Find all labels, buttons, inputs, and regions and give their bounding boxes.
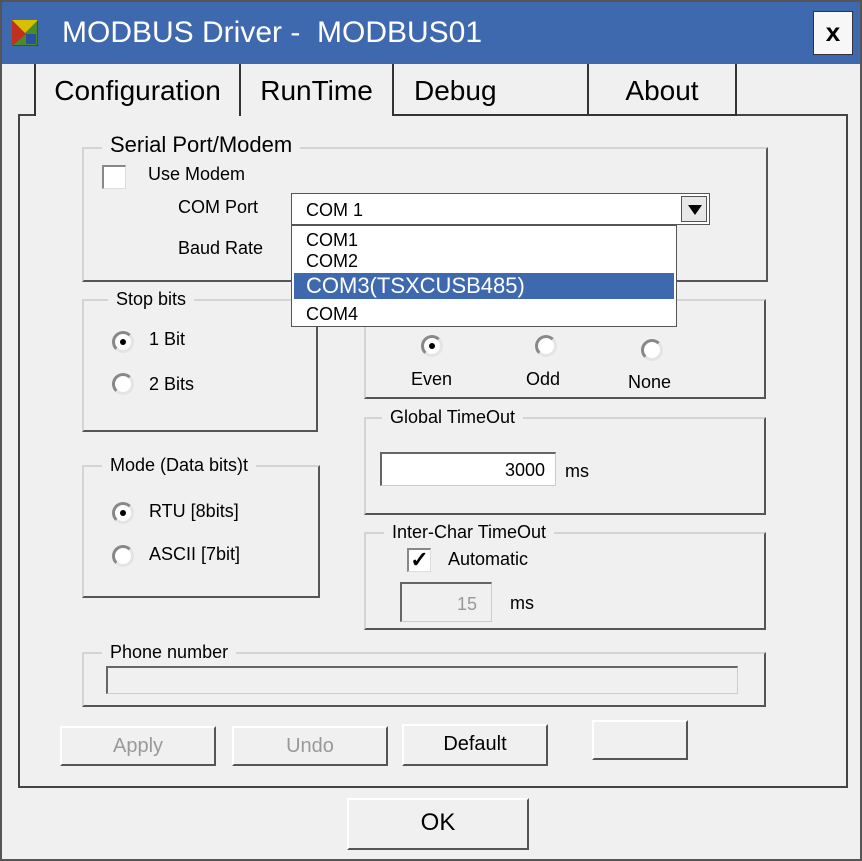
chevron-down-icon[interactable] xyxy=(681,196,707,222)
radio-even-label: Even xyxy=(411,369,453,389)
stop-bits-group xyxy=(82,299,318,432)
dropdown-option-com3[interactable]: COM3(TSXCUSB485) xyxy=(294,273,674,299)
global-timeout-value: 3000 xyxy=(504,460,545,480)
radio-none[interactable] xyxy=(641,339,663,361)
use-modem-checkbox[interactable] xyxy=(102,165,126,189)
apply-button[interactable]: Apply xyxy=(60,726,216,766)
blank-button[interactable] xyxy=(592,720,688,760)
mode-group xyxy=(82,465,320,598)
radio-even[interactable] xyxy=(421,335,443,357)
tab-runtime[interactable]: RunTime xyxy=(239,64,394,116)
default-button[interactable]: Default xyxy=(402,724,548,766)
radio-none-label: None xyxy=(628,372,672,392)
modbus-driver-window: MODBUS Driver - MODBUS01 x Configuration… xyxy=(0,0,862,861)
ok-button[interactable]: OK xyxy=(347,798,529,850)
close-button[interactable]: x xyxy=(813,11,853,55)
radio-2-bits-label: 2 Bits xyxy=(149,374,195,394)
radio-2-bits[interactable] xyxy=(112,373,134,395)
mode-group-title: Mode (Data bits)t xyxy=(102,455,257,476)
global-timeout-unit: ms xyxy=(565,461,589,481)
radio-1-bit[interactable] xyxy=(112,331,134,353)
dropdown-option-com4[interactable]: COM4 xyxy=(294,304,674,325)
panel-border xyxy=(737,114,848,116)
com-port-dropdown-list: COM1 COM2 COM3(TSXCUSB485) COM4 xyxy=(291,225,677,327)
radio-rtu-label: RTU [8bits] xyxy=(149,501,239,521)
automatic-label: Automatic xyxy=(448,549,529,569)
serial-port-group-title: Serial Port/Modem xyxy=(102,132,301,158)
undo-button[interactable]: Undo xyxy=(232,726,388,766)
inter-char-timeout-group-title: Inter-Char TimeOut xyxy=(384,522,555,543)
tab-configuration[interactable]: Configuration xyxy=(34,64,239,116)
stop-bits-group-title: Stop bits xyxy=(108,289,195,310)
phone-number-input[interactable] xyxy=(106,666,738,694)
title-bar[interactable]: MODBUS Driver - MODBUS01 x xyxy=(2,2,860,64)
com-port-select[interactable]: COM 1 xyxy=(291,193,710,225)
dropdown-option-com1[interactable]: COM1 xyxy=(294,230,674,251)
inter-char-timeout-input[interactable]: 15 xyxy=(400,582,492,622)
global-timeout-input[interactable]: 3000 xyxy=(380,452,556,486)
inter-char-timeout-unit: ms xyxy=(510,593,534,613)
dropdown-option-com2[interactable]: COM2 xyxy=(294,251,674,272)
radio-rtu[interactable] xyxy=(112,502,134,524)
automatic-checkbox[interactable]: ✓ xyxy=(407,548,431,572)
app-icon xyxy=(12,20,38,46)
phone-number-group-title: Phone number xyxy=(102,642,237,663)
tab-about[interactable]: About xyxy=(587,64,737,116)
baud-rate-label: Baud Rate xyxy=(178,238,264,258)
radio-1-bit-label: 1 Bit xyxy=(149,329,186,349)
radio-ascii[interactable] xyxy=(112,545,134,567)
radio-odd-label: Odd xyxy=(526,369,561,389)
window-title: MODBUS Driver - MODBUS01 xyxy=(62,16,483,49)
com-port-label: COM Port xyxy=(178,197,259,217)
inter-char-timeout-value: 15 xyxy=(456,594,477,614)
radio-odd[interactable] xyxy=(535,335,557,357)
use-modem-label: Use Modem xyxy=(148,164,246,184)
tab-debug[interactable]: Debug xyxy=(394,64,587,116)
global-timeout-group-title: Global TimeOut xyxy=(382,407,524,428)
radio-ascii-label: ASCII [7bit] xyxy=(149,544,241,564)
com-port-value: COM 1 xyxy=(306,200,364,220)
panel-border xyxy=(18,114,34,116)
